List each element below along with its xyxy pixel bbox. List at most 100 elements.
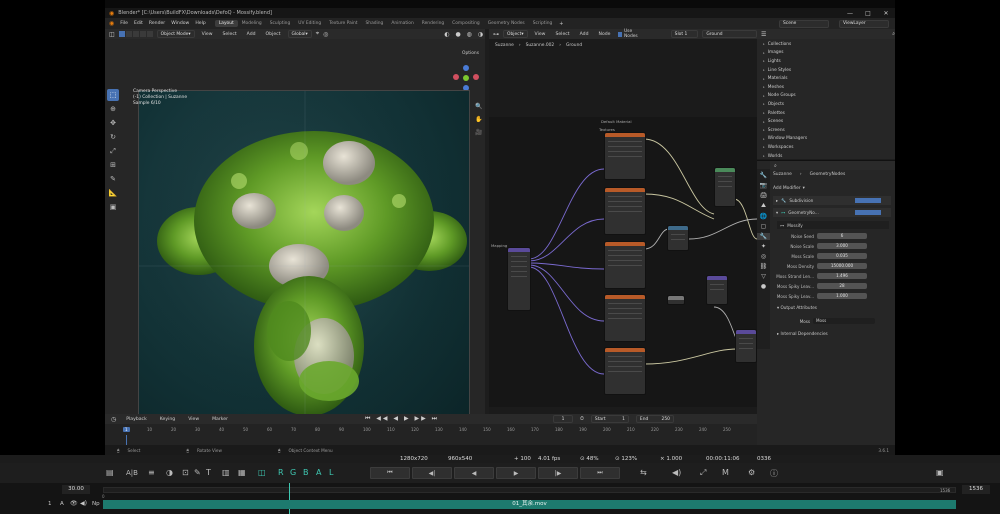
viewport-shading-icons[interactable]: ◐ ● ◍ ◑ bbox=[444, 31, 485, 38]
moss-attribute-row[interactable]: Moss Moss bbox=[777, 317, 891, 325]
current-frame-field[interactable]: 1 bbox=[553, 415, 574, 423]
outliner-item-screens[interactable]: ▸ Screens bbox=[757, 126, 895, 135]
node-menu-node[interactable]: Node bbox=[596, 32, 614, 37]
outliner-item-lights[interactable]: ▸ Lights bbox=[757, 57, 895, 66]
channel-r[interactable]: R bbox=[278, 468, 284, 477]
proportional-edit-icon[interactable]: ◎ bbox=[323, 31, 328, 38]
close-button[interactable]: ✕ bbox=[877, 10, 895, 17]
internal-dependencies-panel[interactable]: ▸ Internal Dependencies bbox=[777, 331, 828, 336]
prop-moss-scale[interactable]: Moss Scale 0.035 bbox=[773, 252, 891, 260]
outliner-item-meshes[interactable]: ▸ Meshes bbox=[757, 83, 895, 92]
navigation-gizmo[interactable] bbox=[453, 65, 479, 91]
start-frame-field[interactable]: Start 1 bbox=[590, 415, 629, 423]
texture-node-1[interactable] bbox=[604, 132, 646, 180]
tab-uv-editing[interactable]: UV Editing bbox=[294, 20, 325, 27]
play-button[interactable]: ▶ bbox=[496, 467, 536, 479]
output-attributes-panel[interactable]: ▾ Output Attributes bbox=[777, 305, 817, 310]
skip-end-button[interactable]: ⏭ bbox=[580, 467, 620, 479]
maximize-button[interactable]: □ bbox=[859, 10, 877, 17]
converter-node[interactable] bbox=[706, 275, 728, 305]
node-object-dropdown[interactable]: Object ▾ bbox=[503, 30, 528, 38]
tab-modeling[interactable]: Modeling bbox=[238, 20, 266, 27]
tab-animation[interactable]: Animation bbox=[387, 20, 417, 27]
shader-node-editor[interactable]: Suzanne › Suzanne.002 › Ground Default M… bbox=[489, 39, 757, 414]
timeline-menu-playback[interactable]: Playback bbox=[123, 417, 150, 422]
object-mode-dropdown[interactable]: Object Mode ▾ bbox=[156, 30, 195, 38]
scene-tab-icon[interactable]: ⛰ bbox=[757, 202, 770, 210]
minimize-button[interactable]: — bbox=[841, 10, 859, 17]
principled-node[interactable] bbox=[714, 167, 736, 207]
volume-icon[interactable]: ◀) bbox=[672, 468, 681, 477]
playback-controls[interactable]: ⏮ ◀◀ ◀ ▶ ▶▶ ⏭ bbox=[365, 415, 439, 423]
data-tab-icon[interactable]: ▽ bbox=[757, 273, 770, 280]
marker-m-label[interactable]: M bbox=[722, 468, 729, 477]
prop-moss-strand-length[interactable]: Moss Strand Len... 1.496 bbox=[773, 272, 891, 280]
tab-compositing[interactable]: Compositing bbox=[448, 20, 484, 27]
outliner-item-objects[interactable]: ▸ Objects bbox=[757, 100, 895, 109]
orientation-dropdown[interactable]: Global ▾ bbox=[287, 30, 312, 38]
outliner-item-images[interactable]: ▸ Images bbox=[757, 49, 895, 58]
clip-bar[interactable]: 01_其余.mov bbox=[103, 500, 956, 509]
viewport-3d[interactable]: ⬚ ⊕ ✥ ↻ ⤢ ⊞ ✎ 📐 ▣ Options 🔍 ✋ 🎥 Camera P… bbox=[105, 39, 485, 441]
add-modifier-button[interactable]: Add Modifier ▾ bbox=[773, 184, 891, 192]
step-back-button[interactable]: ◀| bbox=[412, 467, 452, 479]
outliner-item-materials[interactable]: ▸ Materials bbox=[757, 74, 895, 83]
viewport-menu-object[interactable]: Object bbox=[263, 32, 284, 37]
settings-icon[interactable]: ⚙ bbox=[748, 468, 755, 477]
measure-icon[interactable]: 📐 bbox=[107, 187, 119, 199]
output-node[interactable] bbox=[735, 329, 757, 363]
particles-tab-icon[interactable]: ✦ bbox=[757, 243, 770, 250]
node-menu-add[interactable]: Add bbox=[577, 32, 592, 37]
tab-scripting[interactable]: Scripting bbox=[529, 20, 557, 27]
render-tab-icon[interactable]: 📷 bbox=[757, 182, 770, 189]
track-audio-icon[interactable]: ◀) bbox=[80, 500, 87, 507]
crop-icon[interactable]: ⊡ bbox=[182, 468, 189, 477]
play-reverse-button[interactable]: ◀ bbox=[454, 467, 494, 479]
node-group-selector[interactable]: ⊶ Mossify bbox=[777, 221, 889, 229]
pan-hand-icon[interactable]: ✋ bbox=[475, 116, 482, 123]
options-button[interactable]: Options bbox=[462, 51, 479, 56]
scale-icon[interactable]: ⤢ bbox=[107, 145, 119, 157]
channel-b[interactable]: B bbox=[303, 468, 309, 477]
value-node[interactable] bbox=[667, 295, 685, 305]
outliner-item-workspaces[interactable]: ▸ Workspaces bbox=[757, 143, 895, 152]
select-box-icon[interactable]: ⬚ bbox=[107, 89, 119, 101]
step-forward-button[interactable]: |▶ bbox=[538, 467, 578, 479]
mix-node[interactable] bbox=[667, 225, 689, 251]
constraints-tab-icon[interactable]: ⛓ bbox=[757, 263, 770, 270]
texture-node-2[interactable] bbox=[604, 187, 646, 235]
grid-icon[interactable]: ▦ bbox=[238, 468, 246, 477]
text-icon[interactable]: T bbox=[206, 468, 211, 477]
display-mode-icon[interactable]: ☰ bbox=[761, 31, 766, 38]
framerate-field[interactable]: 30.00 bbox=[62, 485, 90, 494]
loop-icon[interactable]: ⇆ bbox=[640, 468, 647, 477]
prop-moss-spiky-leaves-count[interactable]: Moss Spiky Leav... 28 bbox=[773, 282, 891, 290]
snap-icon[interactable]: ⌖ bbox=[316, 30, 319, 38]
editor-type-icon[interactable]: ◫ bbox=[109, 31, 115, 38]
material-tab-icon[interactable]: ● bbox=[757, 283, 770, 290]
blender-menu-icon[interactable]: ◉ bbox=[109, 20, 117, 27]
cursor-icon[interactable]: ⊕ bbox=[107, 103, 119, 115]
fullscreen-icon[interactable]: ⤢ bbox=[700, 468, 706, 478]
menu-window[interactable]: Window bbox=[168, 21, 192, 26]
object-tab-icon[interactable]: ▢ bbox=[757, 223, 770, 230]
modifier-tab-icon[interactable]: 🔧 bbox=[757, 233, 770, 240]
physics-tab-icon[interactable]: ◎ bbox=[757, 253, 770, 260]
outliner-item-line-styles[interactable]: ▸ Line Styles bbox=[757, 66, 895, 75]
viewport-menu-add[interactable]: Add bbox=[244, 32, 259, 37]
preview-range-icon[interactable]: ⏱ bbox=[580, 416, 584, 422]
tab-texture-paint[interactable]: Texture Paint bbox=[325, 20, 361, 27]
outliner-item-node-groups[interactable]: ▸ Node Groups bbox=[757, 92, 895, 101]
texture-node-4[interactable] bbox=[604, 294, 646, 342]
playhead-line[interactable] bbox=[126, 435, 127, 445]
info-icon[interactable]: ⓘ bbox=[770, 468, 778, 479]
mapping-node[interactable] bbox=[507, 247, 531, 311]
prop-noise-seed[interactable]: Noise Seed 6 bbox=[773, 232, 891, 240]
rotate-icon[interactable]: ↻ bbox=[107, 131, 119, 143]
scrub-playhead[interactable] bbox=[289, 483, 290, 514]
select-mode-icons[interactable] bbox=[118, 31, 153, 37]
output-tab-icon[interactable]: 🖨 bbox=[757, 192, 770, 199]
timeline-ruler[interactable]: 1 10 20 30 40 50 60 70 80 90 100 110 120… bbox=[105, 427, 757, 435]
zoom-icon[interactable]: 🔍 bbox=[475, 103, 482, 110]
tab-sculpting[interactable]: Sculpting bbox=[266, 20, 295, 27]
